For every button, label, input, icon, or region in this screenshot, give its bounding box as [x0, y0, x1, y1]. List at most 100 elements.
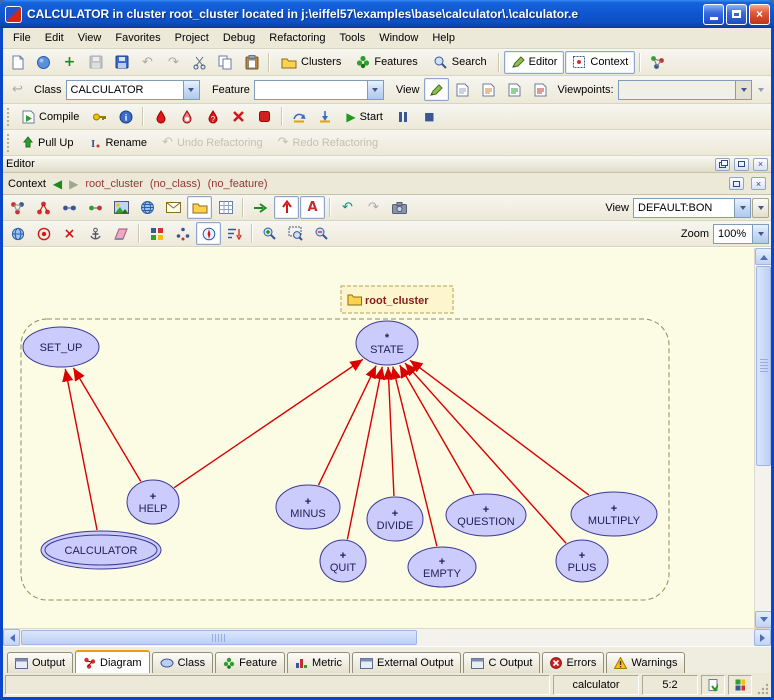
tab-metric[interactable]: Metric	[287, 652, 350, 673]
menu-project[interactable]: Project	[168, 29, 216, 47]
viewpoints-combobox-dropdown[interactable]	[735, 81, 751, 99]
redo-button[interactable]: ↷	[161, 51, 186, 74]
inheritance-link-calculator-to-set_up[interactable]	[65, 369, 97, 530]
text-label-button[interactable]: A	[300, 196, 325, 219]
client-supplier-links-button[interactable]	[57, 196, 82, 219]
add-item-button[interactable]: +	[57, 51, 82, 74]
toolbar-overflow-button[interactable]	[753, 78, 769, 101]
diagram-tool-button[interactable]	[645, 51, 670, 74]
enable-breakpoints-button[interactable]	[148, 105, 173, 128]
vertical-scroll-thumb[interactable]	[756, 266, 771, 466]
zoom-combobox[interactable]: 100%	[713, 224, 769, 244]
features-button[interactable]: Features	[349, 51, 424, 74]
class-node-plus[interactable]: +PLUS	[556, 540, 608, 582]
minimize-button[interactable]	[703, 4, 724, 25]
context-feature[interactable]: (no_feature)	[208, 178, 268, 190]
class-node-help[interactable]: +HELP	[127, 480, 179, 524]
mail-button[interactable]	[161, 196, 186, 219]
remove-breakpoints-button[interactable]	[226, 105, 251, 128]
maximize-button[interactable]	[726, 4, 747, 25]
sort-button[interactable]	[222, 222, 247, 245]
menu-favorites[interactable]: Favorites	[108, 29, 167, 47]
title-bar[interactable]: CALCULATOR in cluster root_cluster locat…	[0, 0, 774, 28]
layout-circle-button[interactable]	[170, 222, 195, 245]
feature-combobox-dropdown[interactable]	[367, 81, 383, 99]
resize-grip[interactable]	[755, 675, 769, 695]
web-export-button[interactable]	[135, 196, 160, 219]
class-node-divide[interactable]: +DIVIDE	[367, 497, 423, 541]
new-inheritance-link-button[interactable]	[274, 196, 299, 219]
diagram-canvas[interactable]: root_clusterSET_UP*STATE+HELPCALCULATOR+…	[3, 248, 754, 628]
zoom-fit-button[interactable]	[283, 222, 308, 245]
context-back-button[interactable]: ◀	[53, 178, 62, 190]
view-flat-button[interactable]	[476, 78, 501, 101]
pull-up-button[interactable]: Pull Up	[15, 131, 80, 154]
freeze-button[interactable]	[87, 105, 112, 128]
tab-external-output[interactable]: External Output	[352, 652, 461, 673]
zoom-in-button[interactable]	[257, 222, 282, 245]
view-interface-button[interactable]	[528, 78, 553, 101]
new-document-button[interactable]	[5, 51, 30, 74]
zoom-out-button[interactable]	[309, 222, 334, 245]
view-editor-button[interactable]	[424, 78, 449, 101]
context-toggle-button[interactable]: Context	[565, 51, 635, 74]
tab-class[interactable]: Class	[152, 652, 214, 673]
history-back-button[interactable]: ↩	[5, 78, 30, 101]
scroll-right-button[interactable]	[754, 629, 771, 646]
undo-refactoring-button[interactable]: ↶ Undo Refactoring	[155, 131, 270, 154]
feature-combobox[interactable]	[254, 80, 384, 100]
disable-breakpoints-button[interactable]	[174, 105, 199, 128]
zoom-combobox-dropdown[interactable]	[752, 225, 768, 243]
close-button[interactable]: ×	[749, 4, 770, 25]
class-combobox-dropdown[interactable]	[183, 81, 199, 99]
class-combobox[interactable]: CALCULATOR	[66, 80, 200, 100]
context-cluster[interactable]: root_cluster	[85, 178, 142, 190]
inheritance-link-divide-to-state[interactable]	[388, 367, 394, 496]
pause-button[interactable]	[391, 105, 416, 128]
stop-points-button[interactable]	[252, 105, 277, 128]
cluster-view-toggle-button[interactable]	[187, 196, 212, 219]
delete-item-button[interactable]: ×	[57, 222, 82, 245]
vertical-scrollbar[interactable]	[754, 248, 771, 628]
new-client-link-button[interactable]	[248, 196, 273, 219]
context-maximize-button[interactable]	[729, 177, 744, 190]
context-forward-button[interactable]: ▶	[69, 178, 78, 190]
diagram-undo-button[interactable]: ↶	[335, 196, 360, 219]
step-over-button[interactable]	[287, 105, 312, 128]
eraser-button[interactable]	[109, 222, 134, 245]
context-class[interactable]: (no_class)	[150, 178, 201, 190]
bon-diagram[interactable]: root_clusterSET_UP*STATE+HELPCALCULATOR+…	[3, 248, 754, 628]
cut-button[interactable]	[187, 51, 212, 74]
view-clickable-button[interactable]	[450, 78, 475, 101]
class-node-minus[interactable]: +MINUS	[276, 485, 340, 529]
diagram-redo-button[interactable]: ↷	[361, 196, 386, 219]
anchor-button[interactable]	[83, 222, 108, 245]
compile-button[interactable]: Compile	[15, 105, 86, 128]
menu-refactoring[interactable]: Refactoring	[262, 29, 332, 47]
class-node-quit[interactable]: +QUIT	[320, 540, 366, 582]
rename-button[interactable]: I Rename	[81, 131, 154, 154]
tab-feature[interactable]: Feature	[215, 652, 285, 673]
search-button[interactable]: Search	[426, 51, 494, 74]
open-project-button[interactable]	[31, 51, 56, 74]
class-links-button[interactable]	[5, 196, 30, 219]
scroll-up-button[interactable]	[755, 248, 771, 265]
view-menu-button[interactable]	[752, 198, 769, 218]
inheritance-links-button[interactable]	[31, 196, 56, 219]
inheritance-link-help-to-state[interactable]	[174, 359, 363, 487]
step-into-button[interactable]	[313, 105, 338, 128]
tab-errors[interactable]: Errors	[542, 652, 604, 673]
grid-view-button[interactable]	[213, 196, 238, 219]
scroll-down-button[interactable]	[755, 611, 771, 628]
tab-output[interactable]: Output	[7, 652, 73, 673]
menu-tools[interactable]: Tools	[333, 29, 373, 47]
horizontal-scroll-thumb[interactable]	[21, 630, 417, 645]
class-node-empty[interactable]: +EMPTY	[408, 547, 476, 587]
viewpoints-combobox[interactable]	[618, 80, 752, 100]
menu-edit[interactable]: Edit	[38, 29, 71, 47]
aggregate-links-button[interactable]	[83, 196, 108, 219]
toolbar-grip[interactable]	[7, 108, 10, 126]
diagram-view-combobox-dropdown[interactable]	[734, 199, 750, 217]
tab-warnings[interactable]: Warnings	[606, 652, 685, 673]
context-close-button[interactable]: ×	[751, 177, 766, 190]
